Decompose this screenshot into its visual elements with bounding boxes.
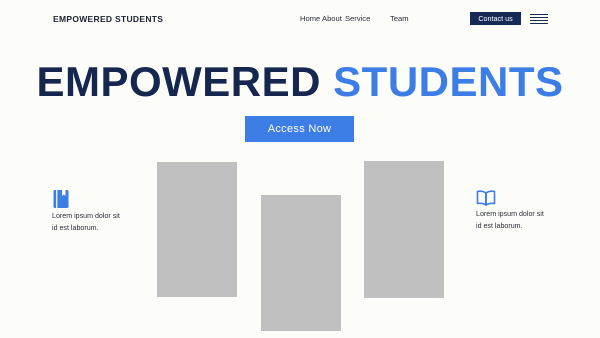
image-placeholder-1 (157, 162, 237, 297)
open-book-icon (476, 190, 496, 206)
feature-right: Lorem ipsum dolor sit id est laborum. (476, 189, 566, 232)
feature-left-line1: Lorem ipsum dolor sit (52, 212, 120, 220)
brand-logo-text[interactable]: EMPOWERED STUDENTS (53, 14, 163, 24)
contact-us-button[interactable]: Contact us (470, 12, 521, 25)
access-now-button[interactable]: Access Now (245, 116, 354, 142)
hero-title-part1: EMPOWERED (36, 58, 321, 105)
image-placeholder-3 (364, 161, 444, 298)
nav-link-service[interactable]: Service (345, 14, 370, 23)
feature-left-text: Lorem ipsum dolor sit id est laborum. (52, 210, 142, 234)
feature-left-line2: id est laborum. (52, 224, 99, 232)
notebook-icon (53, 190, 69, 208)
hamburger-menu-icon[interactable] (530, 14, 548, 25)
feature-right-line2: id est laborum. (476, 222, 523, 230)
landing-page: EMPOWERED STUDENTS Home About Service Te… (0, 0, 600, 338)
feature-right-text: Lorem ipsum dolor sit id est laborum. (476, 208, 566, 232)
feature-left: Lorem ipsum dolor sit id est laborum. (52, 189, 142, 234)
hero-title-part2: STUDENTS (333, 58, 564, 105)
nav-link-team[interactable]: Team (390, 14, 409, 23)
hero-title: EMPOWERED STUDENTS (0, 58, 600, 106)
nav-link-about[interactable]: About (322, 14, 342, 23)
nav-link-home[interactable]: Home (300, 14, 320, 23)
image-placeholder-2 (261, 195, 341, 331)
feature-right-line1: Lorem ipsum dolor sit (476, 210, 544, 218)
